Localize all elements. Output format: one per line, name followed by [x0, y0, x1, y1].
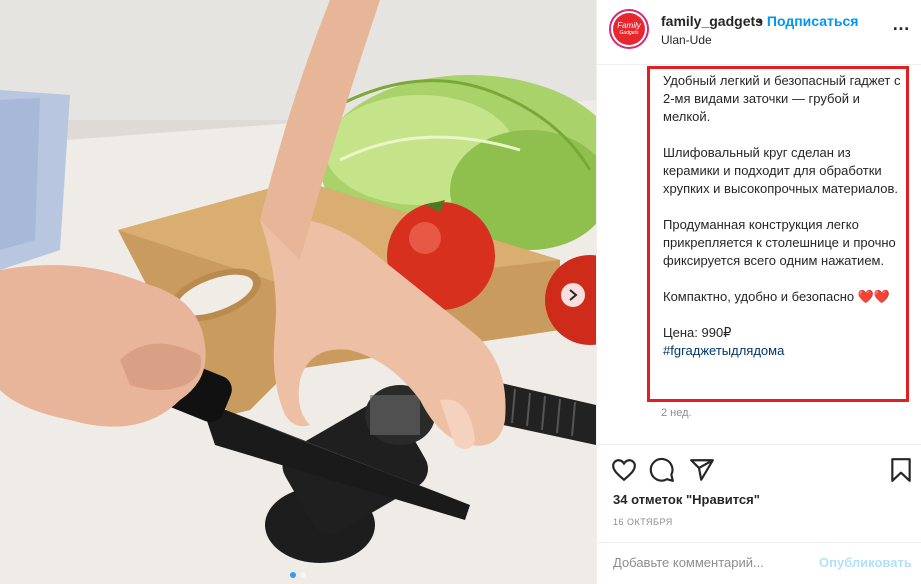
carousel-dot: [300, 572, 306, 578]
knife-sharpener-photo: [0, 0, 596, 584]
post-details-panel: Family Gadgets family_gadgets • Подписать…: [596, 0, 921, 584]
publish-button[interactable]: Опубликовать: [819, 555, 912, 570]
caption-price: Цена: 990₽: [663, 325, 732, 340]
chevron-right-icon: [569, 289, 578, 301]
avatar-logo-text: Family: [617, 21, 641, 30]
likes-count[interactable]: 34 отметок "Нравится": [613, 492, 760, 507]
avatar-logo: Family Gadgets: [613, 13, 645, 45]
username-link[interactable]: family_gadgets: [661, 13, 763, 29]
caption-paragraph: Компактно, удобно и безопасно ❤️❤️: [663, 289, 891, 304]
follow-area: • Подписаться: [758, 13, 858, 29]
heart-icon[interactable]: [611, 457, 639, 485]
avatar-logo-subtext: Gadgets: [619, 30, 639, 36]
separator-dot: •: [758, 13, 763, 29]
bookmark-icon[interactable]: [888, 457, 916, 485]
caption-paragraph: Продуманная конструкция легко прикрепляе…: [663, 217, 896, 268]
next-slide-button[interactable]: [561, 283, 585, 307]
post-actions: 34 отметок "Нравится" 16 ОКТЯБРЯ Опублик…: [597, 444, 921, 584]
caption-highlight-box: Удобный легкий и безопасный гаджет с 2-м…: [647, 66, 909, 402]
avatar[interactable]: Family Gadgets: [609, 9, 649, 49]
more-options-button[interactable]: …: [892, 14, 911, 35]
caption-time-ago[interactable]: 2 нед.: [661, 407, 692, 419]
post-image[interactable]: [0, 0, 596, 584]
action-icons-row: [611, 457, 911, 485]
caption-paragraph: Удобный легкий и безопасный гаджет с 2-м…: [663, 73, 901, 124]
post-date[interactable]: 16 ОКТЯБРЯ: [613, 517, 673, 527]
share-icon[interactable]: [689, 457, 717, 485]
carousel-indicator: [0, 572, 596, 578]
post-header: Family Gadgets family_gadgets • Подписать…: [597, 0, 921, 65]
carousel-dot-active: [290, 572, 296, 578]
comment-bar: Опубликовать: [597, 542, 921, 584]
caption-paragraph: Шлифовальный круг сделан из керамики и п…: [663, 145, 898, 196]
comment-icon[interactable]: [649, 457, 677, 485]
follow-button[interactable]: Подписаться: [767, 13, 859, 29]
hashtag-link[interactable]: #fgгаджетыдлядома: [663, 342, 784, 360]
location-link[interactable]: Ulan-Ude: [661, 33, 712, 47]
comment-input[interactable]: [613, 555, 803, 570]
